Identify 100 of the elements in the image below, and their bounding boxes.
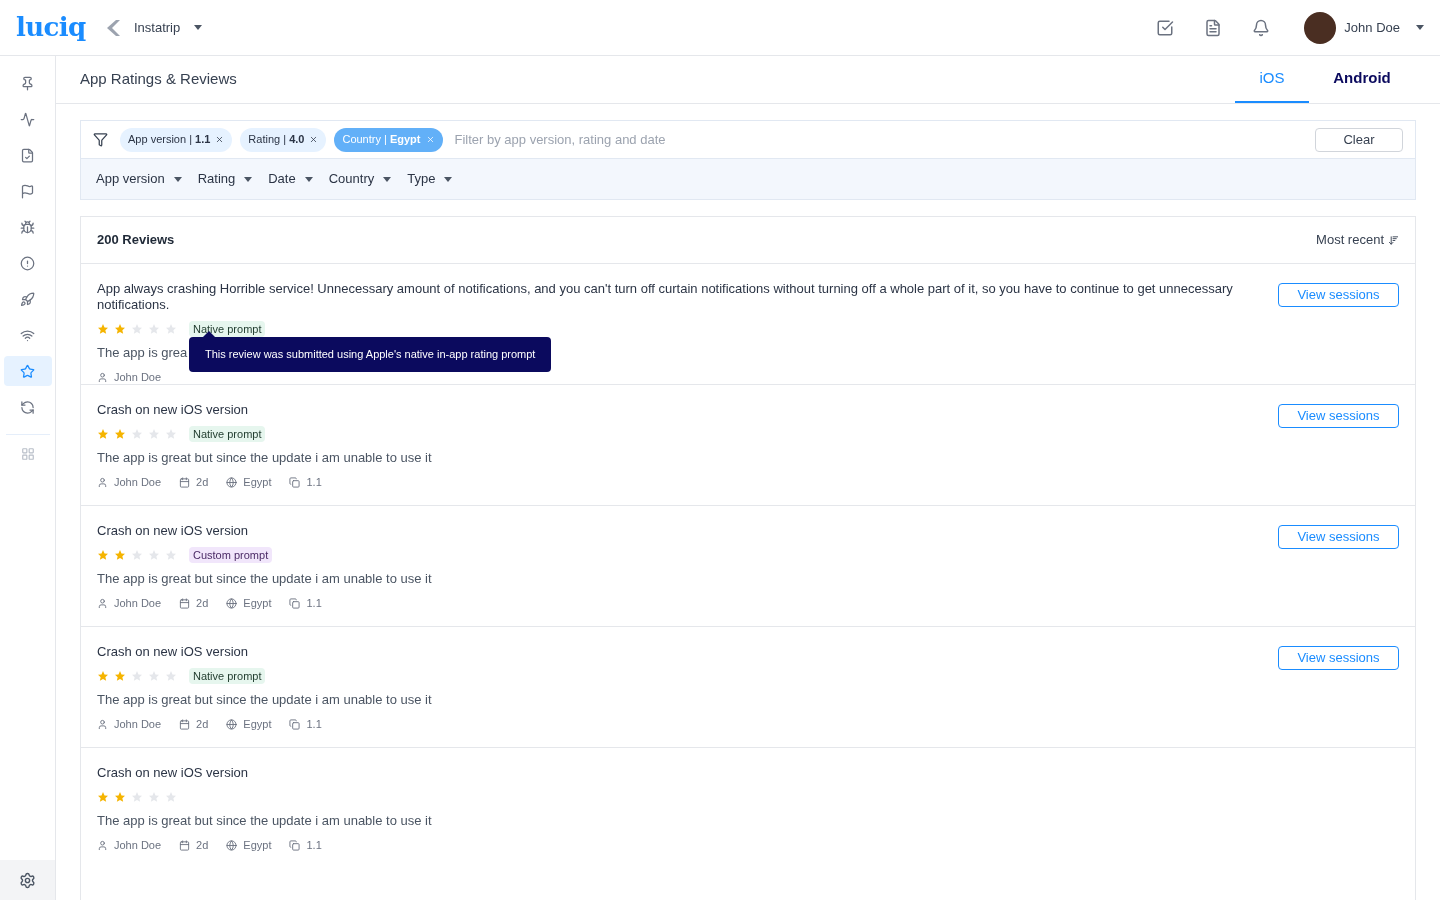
star-icon — [97, 323, 109, 335]
review-country: Egypt — [243, 475, 272, 490]
document-icon[interactable] — [1204, 18, 1223, 37]
refresh-icon — [20, 399, 35, 415]
sort-dropdown[interactable]: Most recent — [1316, 230, 1399, 250]
pulse-icon — [20, 111, 35, 127]
calendar-icon — [179, 839, 191, 851]
rocket-icon — [20, 291, 35, 307]
review-date: 2d — [196, 475, 209, 490]
filter-icon — [93, 132, 108, 147]
filter-chip[interactable]: App version | 1.1 — [120, 127, 233, 152]
filter-dropdown[interactable]: Country — [328, 169, 392, 189]
review-body: The app is great but since the update i am unable to use it — [97, 692, 432, 708]
prompt-tag: Native prompt — [189, 668, 266, 684]
globe-icon — [226, 597, 238, 609]
caret-icon — [383, 176, 392, 182]
remove-icon[interactable] — [309, 135, 319, 144]
caret-icon — [173, 176, 182, 182]
document-icon — [20, 147, 35, 163]
star-icon — [114, 323, 126, 335]
platform-tab[interactable]: Android — [1325, 56, 1399, 103]
wifi-icon — [20, 327, 35, 343]
star-icon — [148, 791, 160, 803]
star-icon — [165, 428, 177, 440]
star-icon — [148, 549, 160, 561]
reviews-count: 200 Reviews — [97, 231, 175, 250]
star-icon — [148, 428, 160, 440]
sidebar-item[interactable] — [3, 356, 52, 386]
star-icon — [114, 428, 126, 440]
filter-dropdown[interactable]: Date — [268, 169, 313, 189]
review-date: 2d — [196, 717, 209, 732]
logo: luciq — [16, 11, 87, 44]
tooltip: This review was submitted using Apple's native in-app rating prompt — [189, 337, 552, 372]
filter-chip[interactable]: Rating | 4.0 — [240, 127, 327, 152]
settings-icon[interactable] — [19, 871, 36, 889]
star-icon — [131, 670, 143, 682]
review-author: John Doe — [114, 475, 162, 490]
review-country: Egypt — [243, 717, 272, 732]
review-body: The app is great but since the update i am unable to use it — [97, 571, 432, 587]
star-icon — [97, 670, 109, 682]
pin-icon — [20, 75, 35, 91]
flag-icon — [20, 183, 35, 199]
caret-icon — [1416, 25, 1424, 30]
user-icon — [97, 371, 108, 383]
user-icon — [97, 476, 108, 488]
star-icon — [114, 791, 126, 803]
star-icon — [165, 323, 177, 335]
review-body: The app is grea — [97, 345, 188, 361]
star-icon — [114, 670, 126, 682]
prompt-tag: Native prompt — [189, 321, 266, 337]
review-author: John Doe — [114, 838, 162, 853]
avatar[interactable] — [1304, 11, 1337, 44]
star-icon — [165, 549, 177, 561]
star-icon — [97, 428, 109, 440]
bell-icon[interactable] — [1252, 18, 1271, 37]
review-author: John Doe — [114, 717, 162, 732]
app-selector[interactable]: Instatrip — [134, 17, 203, 38]
prompt-tag: Custom prompt — [189, 547, 273, 563]
user-menu[interactable]: John Doe — [1344, 17, 1424, 38]
user-icon — [97, 597, 108, 609]
star-icon — [97, 549, 109, 561]
review-date: 2d — [196, 596, 209, 611]
review-body: The app is great but since the update i am unable to use it — [97, 813, 432, 829]
star-icon — [131, 549, 143, 561]
caret-icon — [444, 176, 453, 182]
prompt-tag: Native prompt — [189, 426, 266, 442]
clear-button[interactable]: Clear — [1315, 127, 1403, 152]
review-title: Crash on new iOS version — [97, 644, 249, 660]
star-icon — [20, 363, 35, 379]
review-title: Crash on new iOS version — [97, 765, 249, 781]
review-country: Egypt — [243, 838, 272, 853]
copy-icon — [289, 476, 301, 488]
star-icon — [131, 791, 143, 803]
globe-icon — [226, 718, 238, 730]
star-icon — [131, 428, 143, 440]
filter-dropdown[interactable]: Type — [407, 169, 453, 189]
review-country: Egypt — [243, 596, 272, 611]
filter-bar[interactable]: App version | 1.1 Rating | 4.0 Country | Egypt Filter by app version, rating and date Clear — [81, 121, 1415, 159]
calendar-icon — [179, 597, 191, 609]
star-icon — [165, 670, 177, 682]
copy-icon — [289, 718, 301, 730]
remove-icon[interactable] — [215, 135, 225, 144]
sort-icon — [1388, 234, 1399, 246]
tooltip-pointer — [203, 331, 215, 337]
globe-icon — [226, 476, 238, 488]
star-icon — [114, 549, 126, 561]
review-title: Crash on new iOS version — [97, 523, 249, 539]
checklist-icon[interactable] — [1156, 18, 1175, 37]
review-date: 2d — [196, 838, 209, 853]
caret-icon — [304, 176, 313, 182]
filter-dropdown[interactable]: App version — [96, 169, 182, 189]
globe-icon — [226, 839, 238, 851]
filter-dropdown[interactable]: Rating — [197, 169, 253, 189]
caret-icon — [244, 176, 253, 182]
review-author: John Doe — [114, 370, 162, 385]
review-version: 1.1 — [306, 596, 322, 611]
page-title: App Ratings & Reviews — [80, 69, 237, 90]
review-version: 1.1 — [306, 717, 322, 732]
caret-icon — [194, 25, 203, 30]
user-icon — [97, 839, 108, 851]
